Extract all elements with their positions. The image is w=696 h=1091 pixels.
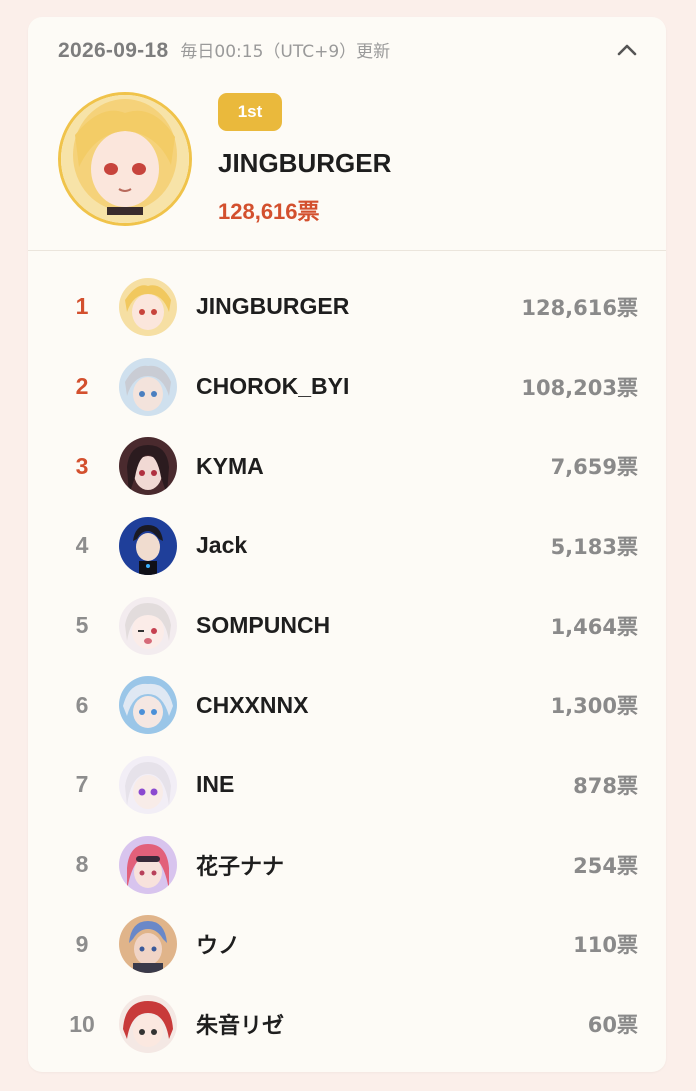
rank-number: 7 xyxy=(75,771,89,798)
avatar xyxy=(119,755,177,814)
avatar xyxy=(119,995,177,1054)
rank-number: 5 xyxy=(75,612,89,639)
ranking-row[interactable]: 10 朱音リゼ 60票 xyxy=(28,984,666,1064)
rank-number: 1 xyxy=(75,293,89,320)
streamer-name: KYMA xyxy=(196,452,264,479)
vote-count: 1,300票 xyxy=(550,694,638,719)
chevron-up-icon xyxy=(617,44,637,56)
rank-number: 10 xyxy=(69,1010,95,1037)
rank-number: 2 xyxy=(75,373,89,400)
streamer-name: CHXXNNX xyxy=(196,691,309,718)
streamer-name: JINGBURGER xyxy=(196,293,350,320)
ranking-header: 2026-09-18 毎日00:15（UTC+9）更新 xyxy=(58,37,390,63)
avatar xyxy=(119,357,177,416)
update-note: 毎日00:15（UTC+9）更新 xyxy=(180,42,391,62)
streamer-name: INE xyxy=(196,771,235,798)
ranking-row[interactable]: 8 花子ナナ 254票 xyxy=(28,825,666,905)
streamer-name: SOMPUNCH xyxy=(196,612,331,639)
streamer-name: ウノ xyxy=(196,934,241,960)
vote-count: 7,659票 xyxy=(550,455,638,480)
rank-number: 3 xyxy=(75,452,89,479)
vote-count: 60票 xyxy=(587,1013,638,1038)
avatar xyxy=(119,437,177,496)
avatar xyxy=(119,516,177,575)
rank-number: 4 xyxy=(75,532,89,559)
avatar xyxy=(119,277,177,336)
avatar xyxy=(119,596,177,655)
vote-count: 5,183票 xyxy=(550,534,638,559)
rank-number: 6 xyxy=(75,691,89,718)
winner-name: JINGBURGER xyxy=(218,148,392,178)
ranking-row[interactable]: 3 KYMA 7,659票 xyxy=(28,426,666,506)
divider xyxy=(28,250,666,251)
avatar xyxy=(119,835,177,894)
ranking-card: 2026-09-18 毎日00:15（UTC+9）更新 1st JINGBURG… xyxy=(28,17,666,1072)
vote-count: 878票 xyxy=(573,773,638,798)
winner-avatar[interactable] xyxy=(58,92,192,226)
vote-count: 1,464票 xyxy=(550,614,638,639)
vote-count: 108,203票 xyxy=(521,375,638,400)
streamer-name: Jack xyxy=(196,532,248,559)
vote-count: 110票 xyxy=(573,933,638,958)
winner-section: 1st JINGBURGER 128,616票 xyxy=(58,90,648,230)
ranking-row[interactable]: 4 Jack 5,183票 xyxy=(28,506,666,586)
collapse-button[interactable] xyxy=(612,35,642,65)
ranking-row[interactable]: 2 CHOROK_BYI 108,203票 xyxy=(28,347,666,427)
streamer-name: 朱音リゼ xyxy=(196,1014,285,1040)
vote-count: 128,616票 xyxy=(521,295,638,320)
first-place-badge: 1st xyxy=(218,93,282,131)
avatar xyxy=(119,915,177,974)
ranking-row[interactable]: 5 SOMPUNCH 1,464票 xyxy=(28,586,666,666)
rank-number: 8 xyxy=(75,851,89,878)
streamer-name: 花子ナナ xyxy=(196,854,285,880)
ranking-list: 1 JINGBURGER 128,616票 2 CHOROK_BYI 108,2… xyxy=(28,267,666,1064)
ranking-row[interactable]: 6 CHXXNNX 1,300票 xyxy=(28,665,666,745)
ranking-row[interactable]: 7 INE 878票 xyxy=(28,745,666,825)
vote-count: 254票 xyxy=(573,853,638,878)
ranking-row[interactable]: 9 ウノ 110票 xyxy=(28,905,666,985)
winner-votes: 128,616票 xyxy=(218,199,320,224)
ranking-date: 2026-09-18 xyxy=(58,39,169,62)
ranking-row[interactable]: 1 JINGBURGER 128,616票 xyxy=(28,267,666,347)
rank-number: 9 xyxy=(75,930,89,957)
avatar xyxy=(119,676,177,735)
streamer-name: CHOROK_BYI xyxy=(196,373,350,400)
